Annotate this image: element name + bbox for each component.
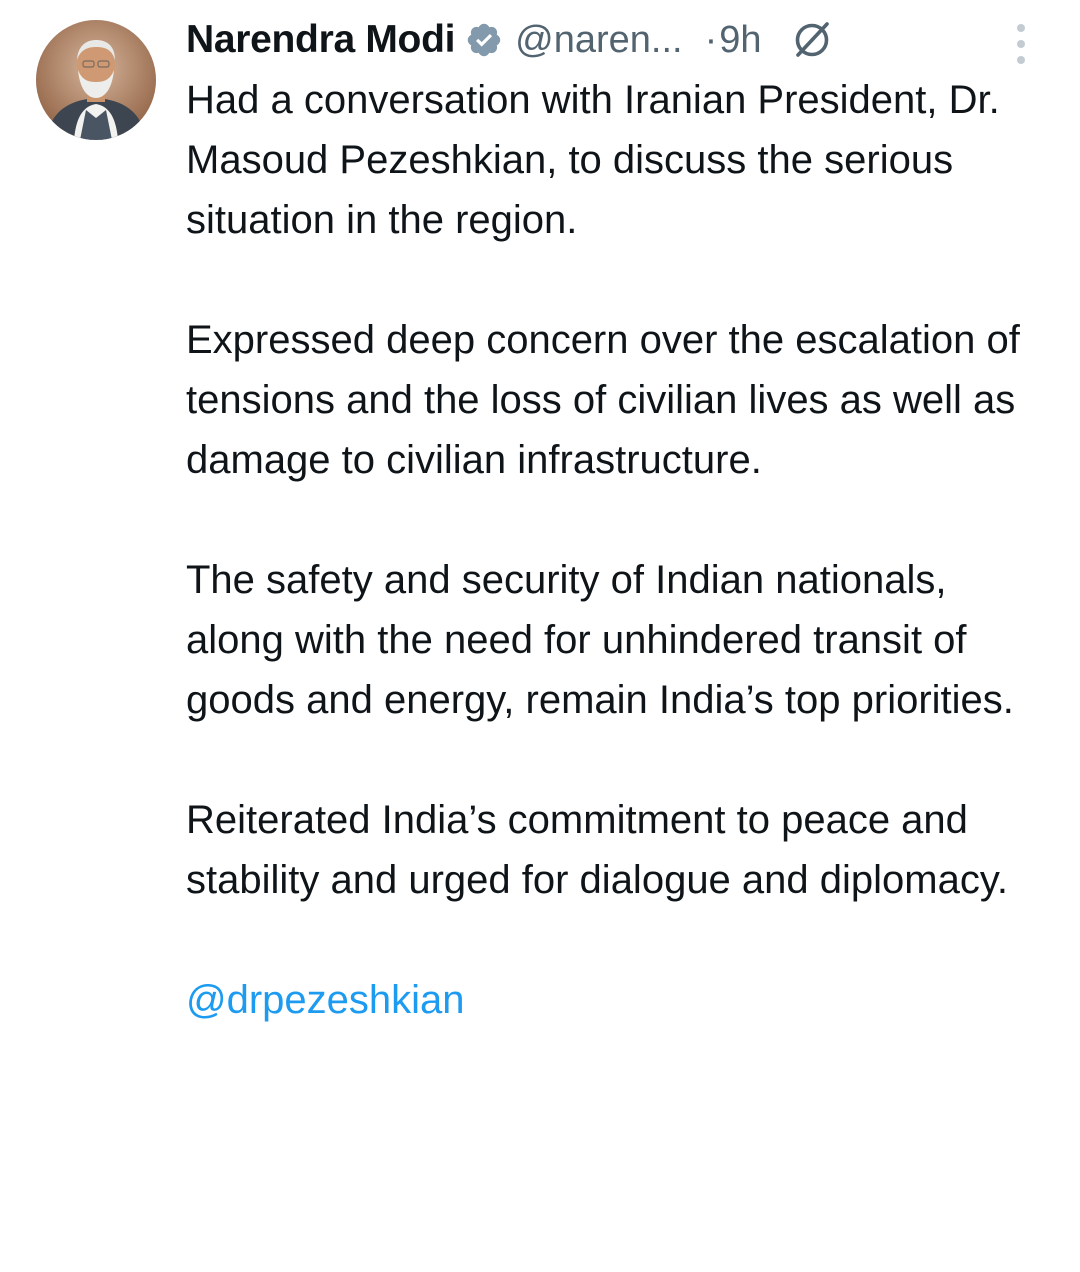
- author-avatar[interactable]: [36, 20, 156, 140]
- tweet-timestamp[interactable]: 9h: [719, 19, 761, 62]
- tweet-paragraph: Reiterated India’s commitment to peace a…: [186, 798, 1008, 902]
- tweet-card[interactable]: Narendra Modi @naren... · 9h Had a conve…: [0, 0, 1080, 1272]
- author-handle[interactable]: @naren...: [515, 19, 682, 62]
- tweet-paragraph: Had a conversation with Iranian Presiden…: [186, 78, 1000, 242]
- tweet-header: Narendra Modi @naren... · 9h: [186, 10, 832, 70]
- mention-link[interactable]: @drpezeshkian: [186, 970, 1046, 1030]
- time-separator: ·: [704, 18, 718, 61]
- grok-icon[interactable]: [792, 20, 832, 60]
- avatar-image: [36, 20, 156, 140]
- tweet-paragraph: The safety and security of Indian nation…: [186, 558, 1014, 722]
- more-options-icon[interactable]: [1004, 16, 1038, 72]
- tweet-body: Had a conversation with Iranian Presiden…: [186, 70, 1046, 1030]
- tweet-paragraph: Expressed deep concern over the escalati…: [186, 318, 1020, 482]
- author-display-name[interactable]: Narendra Modi: [186, 18, 455, 62]
- verified-badge-icon: [465, 21, 503, 59]
